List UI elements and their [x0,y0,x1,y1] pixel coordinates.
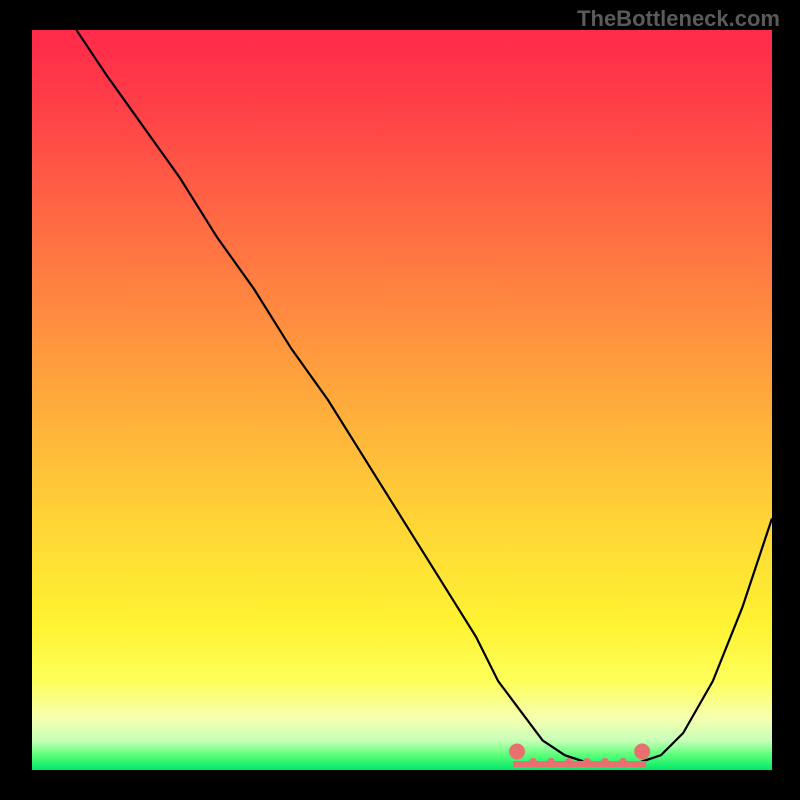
sweet-spot-dot [634,744,650,760]
bottleneck-curve-line [76,30,772,763]
sweet-spot-dot [509,744,525,760]
sweet-spot-band [513,761,646,767]
watermark-text: TheBottleneck.com [577,6,780,32]
chart-plot-area [32,30,772,770]
chart-curve-svg [32,30,772,770]
